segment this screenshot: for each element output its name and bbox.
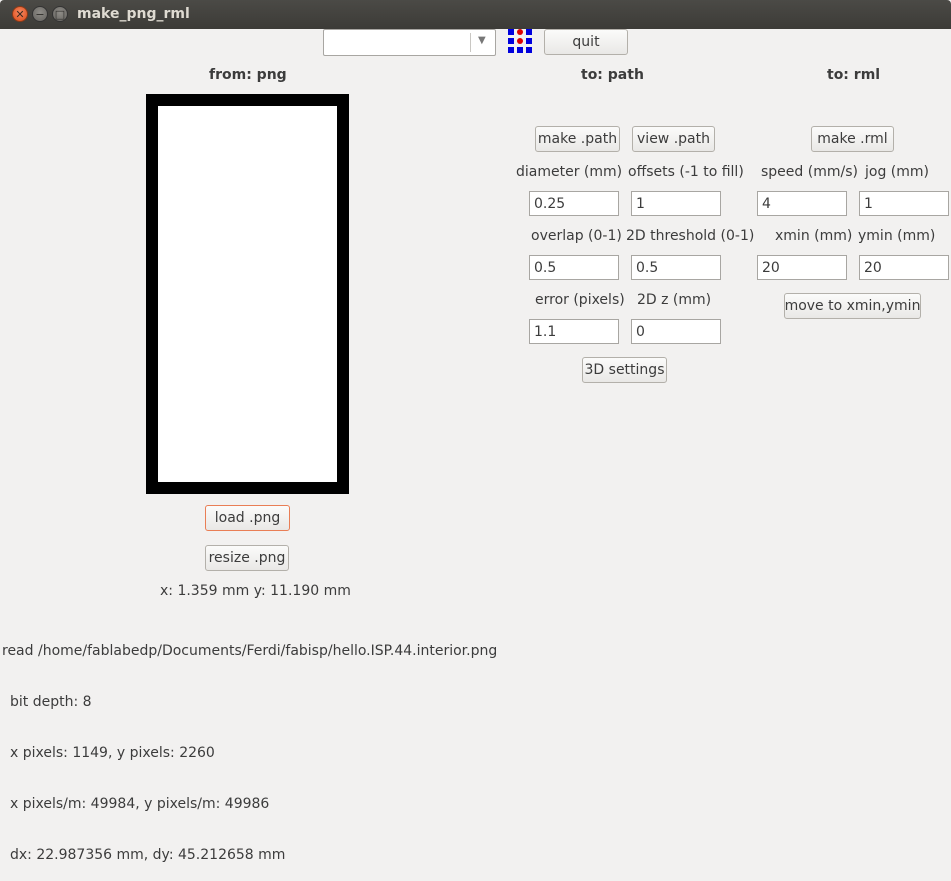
view-path-button[interactable]: view .path xyxy=(632,126,715,152)
to-rml-header: to: rml xyxy=(827,67,881,83)
offsets-label: offsets (-1 to fill) xyxy=(628,164,744,180)
close-window-button[interactable]: ✕ xyxy=(12,6,28,22)
diameter-input[interactable] xyxy=(529,191,619,216)
title-bar: ✕ − □ make_png_rml xyxy=(0,0,951,29)
maximize-window-button[interactable]: □ xyxy=(52,6,68,22)
offsets-input[interactable] xyxy=(631,191,721,216)
file-info: read /home/fablabedp/Documents/Ferdi/fab… xyxy=(2,609,497,881)
cursor-coordinates: x: 1.359 mm y: 11.190 mm xyxy=(160,583,351,599)
format-combo[interactable]: ▼ xyxy=(323,29,496,56)
combo-separator xyxy=(470,33,471,52)
from-png-header: from: png xyxy=(209,67,287,83)
jog-input[interactable] xyxy=(859,191,949,216)
overlap-input[interactable] xyxy=(529,255,619,280)
info-pixels: x pixels: 1149, y pixels: 2260 xyxy=(10,745,215,761)
xmin-input[interactable] xyxy=(757,255,847,280)
make-path-button[interactable]: make .path xyxy=(535,126,620,152)
png-preview xyxy=(146,94,349,494)
make-rml-button[interactable]: make .rml xyxy=(811,126,894,152)
minimize-window-button[interactable]: − xyxy=(32,6,48,22)
chevron-down-icon[interactable]: ▼ xyxy=(478,35,486,46)
diameter-label: diameter (mm) xyxy=(516,164,623,180)
info-read-line: read /home/fablabedp/Documents/Ferdi/fab… xyxy=(2,643,498,659)
3d-settings-button[interactable]: 3D settings xyxy=(582,357,667,383)
ymin-input[interactable] xyxy=(859,255,949,280)
overlap-label: overlap (0-1) xyxy=(531,228,622,244)
z-input[interactable] xyxy=(631,319,721,344)
threshold-input[interactable] xyxy=(631,255,721,280)
jog-label: jog (mm) xyxy=(865,164,929,180)
speed-input[interactable] xyxy=(757,191,847,216)
to-path-header: to: path xyxy=(581,67,644,83)
minimize-icon: − xyxy=(35,7,45,21)
maximize-icon: □ xyxy=(54,7,66,21)
info-dx-dy: dx: 22.987356 mm, dy: 45.212658 mm xyxy=(10,847,286,863)
error-label: error (pixels) xyxy=(535,292,625,308)
move-to-xmin-ymin-button[interactable]: move to xmin,ymin xyxy=(784,293,921,319)
error-input[interactable] xyxy=(529,319,619,344)
close-icon: ✕ xyxy=(15,7,25,21)
fab-logo-icon xyxy=(508,29,532,53)
speed-label: speed (mm/s) xyxy=(761,164,858,180)
png-preview-interior xyxy=(158,106,337,482)
xmin-label: xmin (mm) xyxy=(775,228,853,244)
window-title: make_png_rml xyxy=(77,6,190,22)
info-bit-depth: bit depth: 8 xyxy=(10,694,92,710)
info-pixels-per-m: x pixels/m: 49984, y pixels/m: 49986 xyxy=(10,796,270,812)
threshold-label: 2D threshold (0-1) xyxy=(626,228,755,244)
z-label: 2D z (mm) xyxy=(637,292,712,308)
resize-png-button[interactable]: resize .png xyxy=(205,545,289,571)
ymin-label: ymin (mm) xyxy=(858,228,936,244)
quit-button[interactable]: quit xyxy=(544,29,628,55)
load-png-button[interactable]: load .png xyxy=(205,505,290,531)
